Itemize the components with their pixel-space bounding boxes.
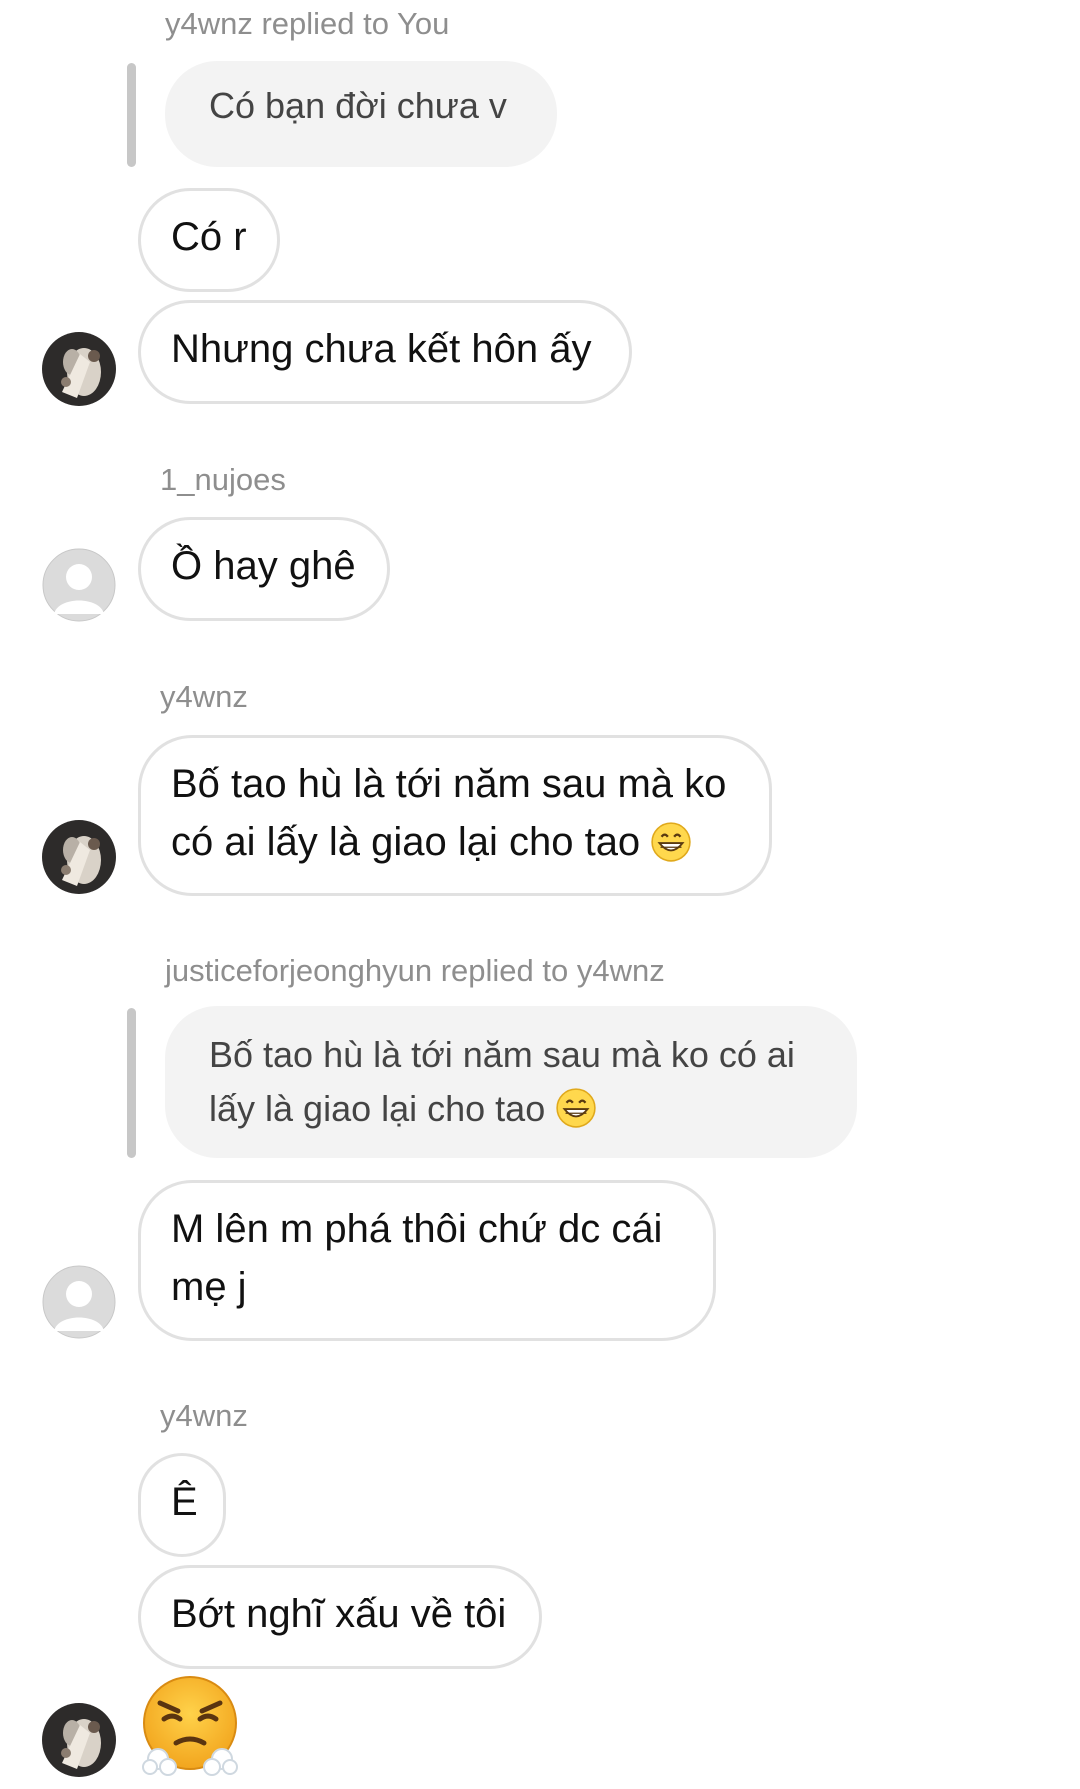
avatar-default[interactable] (42, 548, 116, 622)
message-thread: y4wnz replied to You Có bạn đời chưa v C… (0, 0, 1080, 1789)
reply-indicator-bar (127, 1008, 136, 1158)
message-bubble[interactable]: M lên m phá thôi chứ dc cái mẹ j (138, 1180, 716, 1341)
quoted-message-line-2: lấy là giao lại cho tao (209, 1082, 813, 1136)
sender-name: y4wnz (160, 1398, 248, 1433)
quoted-message-text: Có bạn đời chưa v (209, 85, 507, 126)
quoted-message-text: Bố tao hù là tới năm sau mà ko có ai (209, 1034, 795, 1075)
avatar-photo[interactable] (42, 1703, 116, 1777)
sender-name: 1_nujoes (160, 462, 286, 497)
quoted-message[interactable]: Bố tao hù là tới năm sau mà ko có ai lấy… (165, 1006, 857, 1158)
message-text: Có r (171, 215, 247, 259)
sender-name: y4wnz (160, 679, 248, 714)
avatar-default[interactable] (42, 1265, 116, 1339)
message-text: Bớt nghĩ xấu về tôi (171, 1592, 507, 1636)
message-bubble[interactable]: Bớt nghĩ xấu về tôi (138, 1565, 542, 1669)
reply-label: y4wnz replied to You (165, 6, 450, 41)
face-with-steam-from-nose-icon (142, 1676, 238, 1776)
avatar-photo[interactable] (42, 332, 116, 406)
message-text: Nhưng chưa kết hôn ấy (171, 327, 592, 371)
message-bubble[interactable]: Nhưng chưa kết hôn ấy (138, 300, 632, 404)
message-text: M lên m phá thôi chứ dc cái (171, 1207, 663, 1251)
grinning-face-icon (556, 1088, 596, 1128)
profile-photo-avatar-icon (42, 820, 116, 894)
message-bubble[interactable]: Ồ hay ghê (138, 517, 390, 621)
profile-photo-avatar-icon (42, 1703, 116, 1777)
message-text: Ê (171, 1480, 198, 1524)
emoji-message[interactable] (138, 1673, 242, 1777)
message-text: có ai lấy là giao lại cho tao (171, 820, 641, 864)
quoted-message[interactable]: Có bạn đời chưa v (165, 61, 557, 167)
message-bubble[interactable]: Bố tao hù là tới năm sau mà ko có ai lấy… (138, 735, 772, 896)
profile-photo-avatar-icon (42, 332, 116, 406)
reply-indicator-bar (127, 63, 136, 167)
reply-label: justiceforjeonghyun replied to y4wnz (165, 953, 665, 988)
avatar-photo[interactable] (42, 820, 116, 894)
default-user-avatar-icon (42, 548, 116, 622)
message-bubble[interactable]: Ê (138, 1453, 226, 1557)
message-text-line-2: có ai lấy là giao lại cho tao (171, 813, 739, 871)
grinning-face-icon (651, 822, 691, 862)
message-text-line: Bố tao hù là tới năm sau mà ko (171, 762, 727, 806)
message-bubble[interactable]: Có r (138, 188, 280, 292)
default-user-avatar-icon (42, 1265, 116, 1339)
message-text: mẹ j (171, 1265, 247, 1309)
quoted-message-text: lấy là giao lại cho tao (209, 1088, 546, 1129)
message-text: Ồ hay ghê (171, 544, 356, 588)
